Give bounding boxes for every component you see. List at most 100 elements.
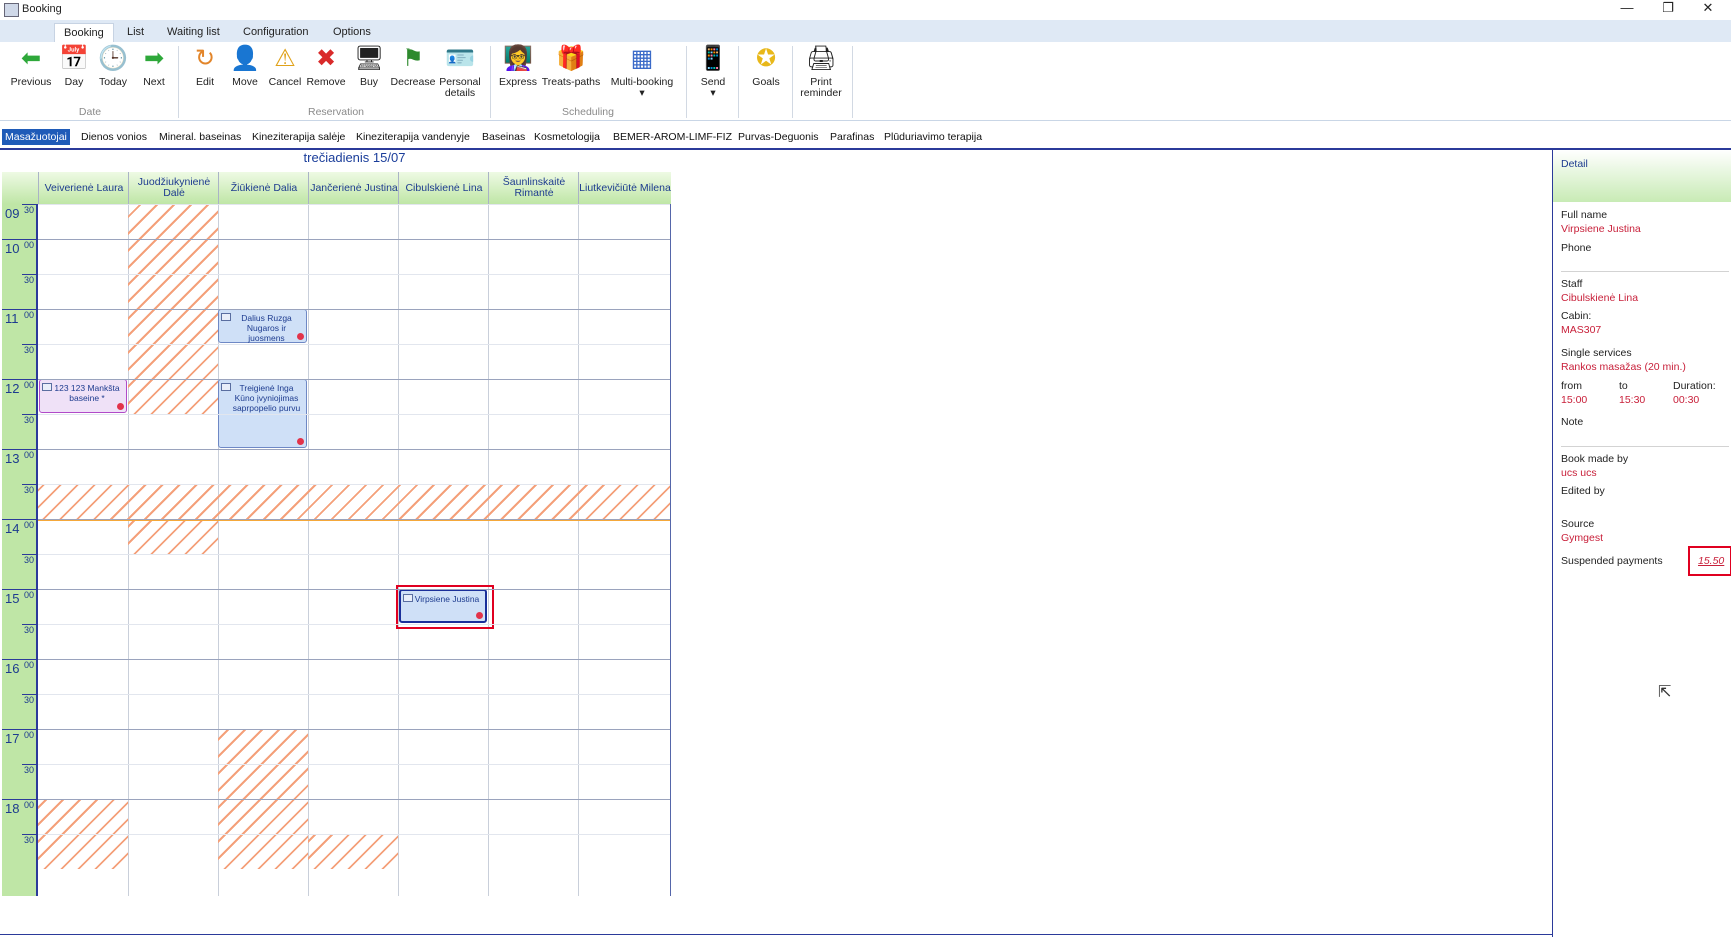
remove-button[interactable]: ✖ Remove <box>306 44 346 88</box>
slot-row-line <box>38 239 670 240</box>
calendar-day-icon: 📅 <box>59 45 89 72</box>
previous-button[interactable]: ⬅ Previous <box>8 44 54 88</box>
slot-row-line <box>38 694 670 695</box>
service-tab-bemer[interactable]: BEMER-AROM-LIMF-FIZ <box>613 131 732 143</box>
goals-button[interactable]: ✪ Goals <box>748 44 784 88</box>
hour-label: 16 <box>5 661 20 676</box>
ribbon-tabs: Booking List Waiting list Configuration … <box>0 20 1731 43</box>
slot-row-line <box>38 834 670 835</box>
minute-label: 00 <box>24 520 35 530</box>
title-bar: Booking — ❐ ✕ <box>0 0 1731 20</box>
appointment-card[interactable]: 123 123 Mankšta baseine * <box>39 379 127 413</box>
arrow-left-icon: ⬅ <box>20 45 42 72</box>
to-label: to <box>1619 380 1628 392</box>
book-made-by-label: Book made by <box>1561 453 1629 465</box>
minute-label: 30 <box>24 275 35 285</box>
appointment-card[interactable]: Dalius Ruzga Nugaros ir juosmens <box>218 309 307 343</box>
group-label-reservation: Reservation <box>307 106 365 118</box>
corner-header <box>2 172 38 204</box>
person-icon: 👤 <box>230 45 260 72</box>
service-tab-kineziterapija-vandenyje[interactable]: Kineziterapija vandenyje <box>356 131 470 143</box>
tab-configuration[interactable]: Configuration <box>234 23 317 42</box>
staff-value: Cibulskienė Lina <box>1561 292 1639 304</box>
column-divider <box>488 204 489 896</box>
ribbon-separator <box>490 46 491 118</box>
treats-paths-button[interactable]: 🎁 Treats-paths <box>540 44 602 88</box>
column-divider <box>308 204 309 896</box>
send-button[interactable]: 📱 Send ▾ <box>696 44 730 99</box>
status-dot-icon <box>117 403 124 410</box>
full-name-value: Virpsiene Justina <box>1561 223 1641 235</box>
day-button[interactable]: 📅 Day <box>58 44 90 88</box>
unavailable-block <box>128 519 218 554</box>
staff-column-header[interactable]: Cibulskienė Lina <box>398 172 489 204</box>
slot-row-line <box>38 624 670 625</box>
column-divider <box>398 204 399 896</box>
staff-column-header[interactable]: Veiverienė Laura <box>38 172 129 204</box>
personal-details-button[interactable]: 🪪 Personal details <box>438 44 482 99</box>
service-tab-kineziterapija-saleje[interactable]: Kineziterapija salėje <box>252 131 345 143</box>
slot-row-line <box>38 344 670 345</box>
staff-column-header[interactable]: Šaunlinskaitė Rimantė <box>488 172 579 204</box>
detail-header: Detail <box>1553 150 1731 202</box>
cancel-button[interactable]: ⚠ Cancel <box>266 44 304 88</box>
print-reminder-button[interactable]: 🖨 Print reminder <box>798 44 844 99</box>
from-label: from <box>1561 380 1582 392</box>
staff-column-header[interactable]: Juodžiukynienė Dalė <box>128 172 219 204</box>
group-label-date: Date <box>78 106 102 118</box>
tab-options[interactable]: Options <box>324 23 380 42</box>
decrease-button[interactable]: ⚑ Decrease <box>390 44 436 88</box>
service-tab-kosmetologija[interactable]: Kosmetologija <box>534 131 600 143</box>
close-button[interactable]: ✕ <box>1690 0 1726 18</box>
edit-button[interactable]: ↻ Edit <box>188 44 222 88</box>
hour-label: 10 <box>5 241 20 256</box>
chevron-down-icon: ▾ <box>639 87 645 99</box>
next-button[interactable]: ➡ Next <box>138 44 170 88</box>
service-tab-dienos-vonios[interactable]: Dienos vonios <box>81 131 147 143</box>
minimize-button[interactable]: — <box>1609 0 1645 18</box>
hour-label: 17 <box>5 731 20 746</box>
cabin-value: MAS307 <box>1561 324 1602 336</box>
express-button[interactable]: 👩‍🏫 Express <box>498 44 538 88</box>
detail-panel: Detail Full name Virpsiene Justina Phone… <box>1552 150 1731 937</box>
multi-booking-button[interactable]: ▦ Multi-booking ▾ <box>606 44 678 99</box>
bottom-border <box>0 934 1552 935</box>
hour-label: 15 <box>5 591 20 606</box>
cabin-label: Cabin: <box>1561 310 1592 322</box>
edit-arrow-icon: ↻ <box>194 45 216 72</box>
hour-label: 12 <box>5 381 20 396</box>
minute-label: 00 <box>24 310 35 320</box>
close-red-icon: ✖ <box>315 45 337 72</box>
service-category-bar: Masažuotojai Dienos vonios Mineral. base… <box>0 128 1731 150</box>
tab-booking[interactable]: Booking <box>54 23 114 43</box>
gift-icon: 🎁 <box>556 45 586 72</box>
slot-row-line <box>38 484 670 485</box>
single-services-label: Single services <box>1561 347 1632 359</box>
today-button[interactable]: 🕒 Today <box>96 44 130 88</box>
service-tab-baseinas[interactable]: Baseinas <box>482 131 525 143</box>
flag-icon: ⚑ <box>402 45 424 72</box>
slot-row-line <box>38 589 670 590</box>
slot-row-line <box>38 379 670 380</box>
tab-waiting-list[interactable]: Waiting list <box>158 23 229 42</box>
single-services-value: Rankos masažas (20 min.) <box>1561 361 1686 373</box>
move-button[interactable]: 👤 Move <box>228 44 262 88</box>
service-tab-masazuotojai[interactable]: Masažuotojai <box>2 129 70 145</box>
service-tab-pluduriavimo-terapija[interactable]: Plūduriavimo terapija <box>884 131 982 143</box>
minute-label: 00 <box>24 660 35 670</box>
slot-row-line <box>38 799 670 800</box>
chevron-down-icon: ▾ <box>710 87 716 99</box>
staff-column-header[interactable]: Liutkevičiūtė Milena <box>578 172 671 204</box>
service-tab-mineral-baseinas[interactable]: Mineral. baseinas <box>159 131 241 143</box>
staff-column-header[interactable]: Jančerienė Justina <box>308 172 399 204</box>
suspended-payments-label: Suspended payments <box>1561 555 1663 567</box>
service-tab-purvas-deguonis[interactable]: Purvas-Deguonis <box>738 131 819 143</box>
full-name-label: Full name <box>1561 209 1608 221</box>
service-tab-parafinas[interactable]: Parafinas <box>830 131 874 143</box>
tab-list[interactable]: List <box>118 23 153 42</box>
minute-label: 00 <box>24 380 35 390</box>
staff-column-header[interactable]: Žiūkienė Dalia <box>218 172 309 204</box>
ribbon-separator <box>686 46 687 118</box>
buy-button[interactable]: 🖥 Buy <box>354 44 384 88</box>
restore-button[interactable]: ❐ <box>1650 0 1686 18</box>
